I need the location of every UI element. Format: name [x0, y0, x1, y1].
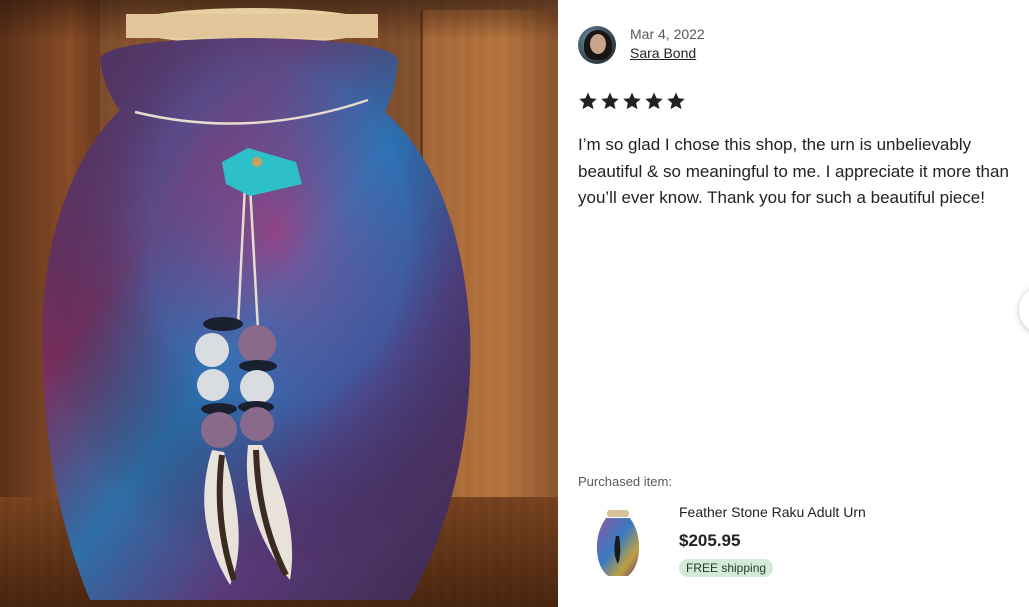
product-title-link[interactable]: Feather Stone Raku Adult Urn [679, 502, 866, 522]
urn-thumbnail-icon [596, 510, 640, 576]
star-icon [667, 92, 685, 110]
free-shipping-badge: FREE shipping [679, 559, 774, 577]
avatar-face [590, 34, 606, 54]
reviewer-header: Mar 4, 2022 Sara Bond [578, 26, 705, 64]
star-icon [601, 92, 619, 110]
purchased-item-label: Purchased item: [578, 474, 672, 489]
star-icon [623, 92, 641, 110]
purchased-product[interactable]: Feather Stone Raku Adult Urn $205.95 FRE… [578, 502, 866, 582]
review-panel: Mar 4, 2022 Sara Bond I’m so glad I chos… [558, 0, 1029, 607]
urn-illustration [41, 8, 471, 600]
review-photo[interactable] [0, 0, 558, 607]
star-icon [579, 92, 597, 110]
avatar[interactable] [578, 26, 616, 64]
product-thumbnail[interactable] [578, 502, 658, 582]
review-date: Mar 4, 2022 [630, 26, 705, 42]
product-info: Feather Stone Raku Adult Urn $205.95 FRE… [679, 502, 866, 577]
review-text: I’m so glad I chose this shop, the urn i… [578, 135, 1009, 207]
reviewer-meta: Mar 4, 2022 Sara Bond [630, 26, 705, 63]
product-price: $205.95 [679, 531, 741, 550]
next-arrow-tab[interactable] [1019, 286, 1029, 334]
star-rating [578, 91, 686, 111]
reviewer-name-link[interactable]: Sara Bond [630, 44, 696, 62]
star-icon [645, 92, 663, 110]
